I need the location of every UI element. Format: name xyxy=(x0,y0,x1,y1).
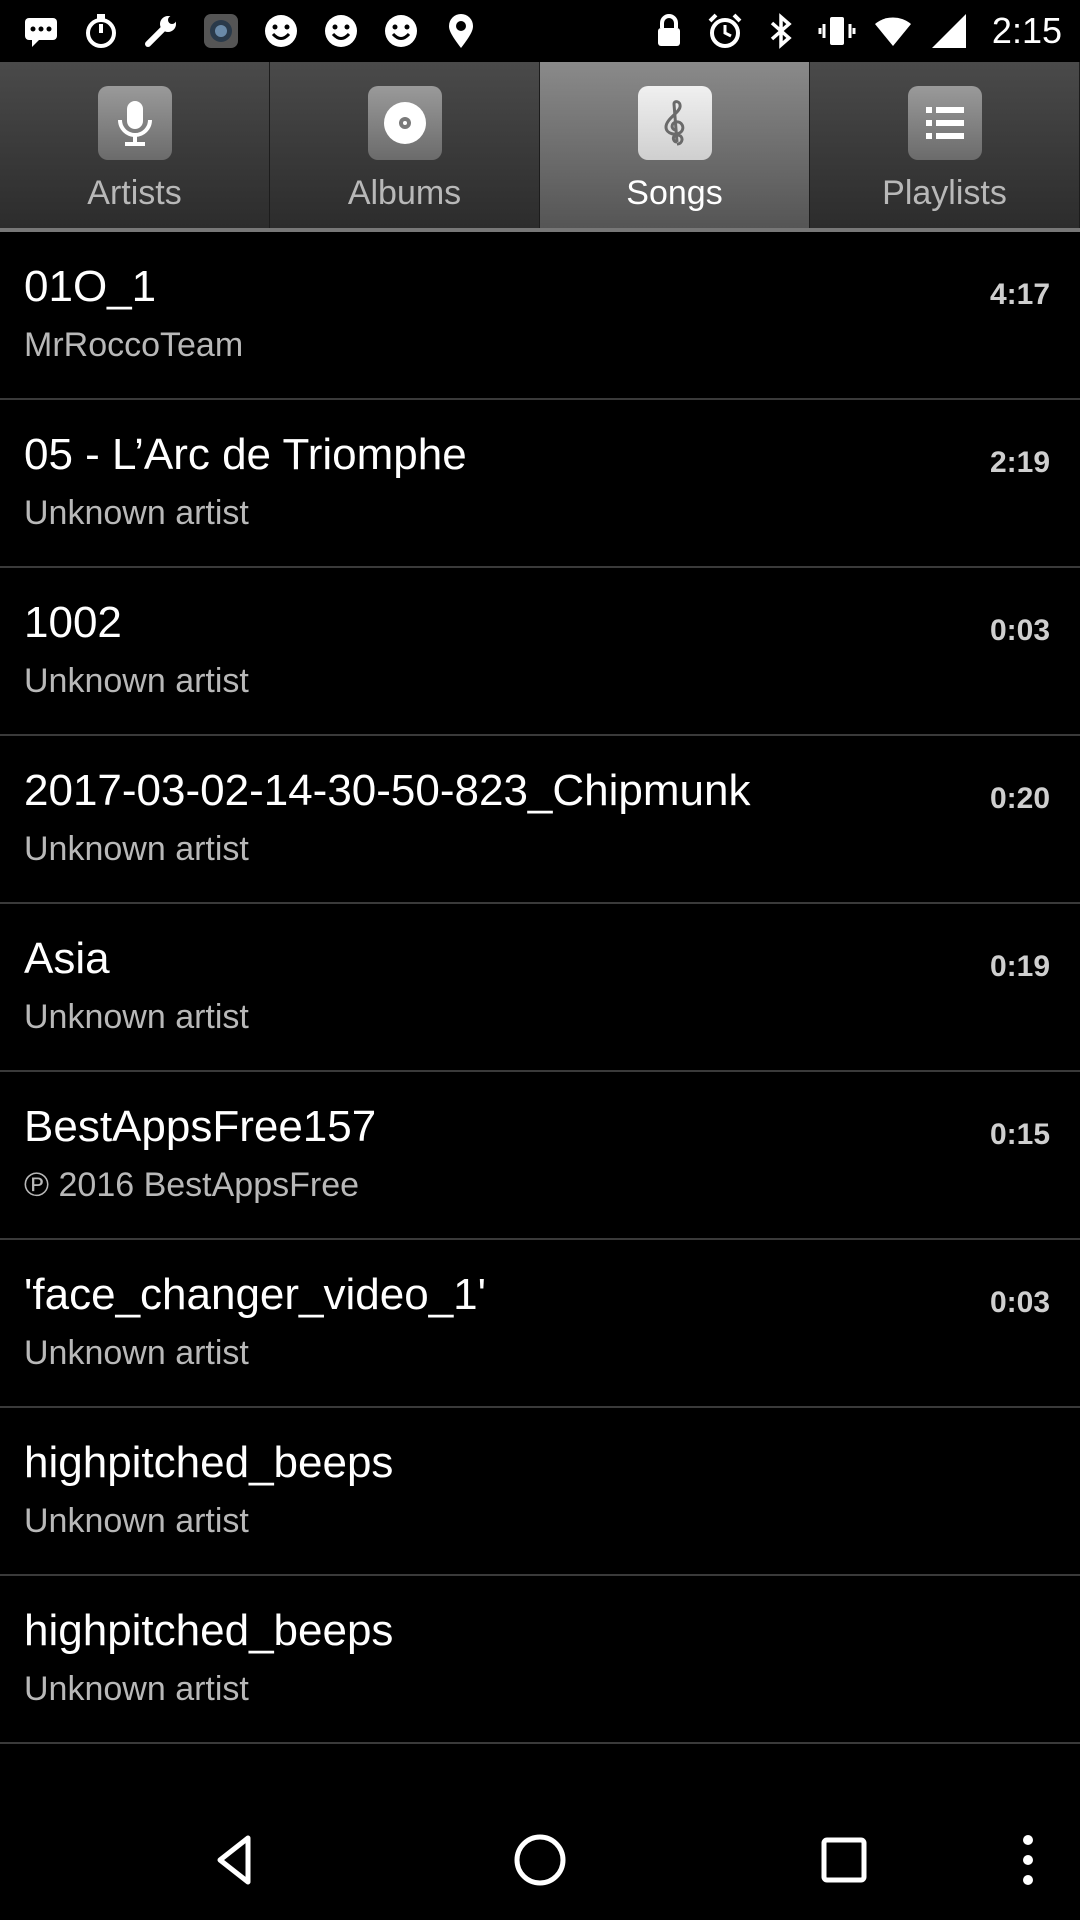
lock-icon xyxy=(650,12,688,50)
tab-songs[interactable]: Songs xyxy=(540,62,810,228)
overflow-menu-icon xyxy=(1023,1835,1033,1885)
alarm-icon xyxy=(706,12,744,50)
song-artist: Unknown artist xyxy=(24,662,249,700)
back-icon xyxy=(217,1835,251,1885)
song-title: 05 - L’Arc de Triomphe xyxy=(24,430,467,479)
disc-icon xyxy=(367,86,442,160)
song-duration: 0:20 xyxy=(989,782,1050,815)
song-item[interactable]: Asia Unknown artist 0:19 xyxy=(0,904,1080,1072)
song-title: BestAppsFree157 xyxy=(24,1102,377,1151)
song-item[interactable]: 1002 Unknown artist 0:03 xyxy=(0,568,1080,736)
tab-label: Playlists xyxy=(882,174,1007,212)
song-artist: Unknown artist xyxy=(24,494,249,532)
song-list: 01O_1 MrRoccoTeam 4:17 05 - L’Arc de Tri… xyxy=(0,232,1080,1744)
status-notification-icons xyxy=(0,0,480,62)
song-title: 2017-03-02-14-30-50-823_Chipmunk xyxy=(24,766,751,815)
tab-artists[interactable]: Artists xyxy=(0,62,270,228)
song-artist: Unknown artist xyxy=(24,830,249,868)
treble-clef-icon xyxy=(637,86,712,160)
bluetooth-icon xyxy=(762,12,800,50)
status-system-icons: 2:15 xyxy=(650,0,1080,62)
song-duration: 0:19 xyxy=(989,950,1050,983)
song-duration: 0:03 xyxy=(989,614,1050,647)
tab-label: Songs xyxy=(626,174,723,212)
overflow-menu-button[interactable] xyxy=(998,1830,1058,1890)
back-button[interactable] xyxy=(206,1830,266,1890)
song-artist: Unknown artist xyxy=(24,1334,249,1372)
navigation-bar xyxy=(0,1798,1080,1920)
recents-button[interactable] xyxy=(814,1830,874,1890)
microphone-icon xyxy=(97,86,172,160)
song-item[interactable]: 01O_1 MrRoccoTeam 4:17 xyxy=(0,232,1080,400)
fake-gps-icon xyxy=(442,12,480,50)
tab-playlists[interactable]: Playlists xyxy=(810,62,1080,228)
song-item[interactable]: BestAppsFree157 ℗ 2016 BestAppsFree 0:15 xyxy=(0,1072,1080,1240)
app-icon xyxy=(202,12,240,50)
tab-albums[interactable]: Albums xyxy=(270,62,540,228)
list-icon xyxy=(907,86,982,160)
wrench-icon xyxy=(142,12,180,50)
tab-label: Albums xyxy=(347,174,462,212)
smiley-icon xyxy=(382,12,420,50)
song-title: highpitched_beeps xyxy=(24,1438,394,1487)
song-duration: 2:19 xyxy=(989,446,1050,479)
song-item[interactable]: 05 - L’Arc de Triomphe Unknown artist 2:… xyxy=(0,400,1080,568)
song-item[interactable]: 2017-03-02-14-30-50-823_Chipmunk Unknown… xyxy=(0,736,1080,904)
song-artist: ℗ 2016 BestAppsFree xyxy=(24,1166,360,1204)
song-item[interactable]: 'face_changer_video_1' Unknown artist 0:… xyxy=(0,1240,1080,1408)
message-icon xyxy=(22,12,60,50)
song-artist: Unknown artist xyxy=(24,1502,249,1540)
song-duration: 0:03 xyxy=(989,1286,1050,1319)
smiley-icon xyxy=(322,12,360,50)
song-item[interactable]: highpitched_beeps Unknown artist xyxy=(0,1408,1080,1576)
song-duration: 0:15 xyxy=(989,1118,1050,1151)
song-artist: Unknown artist xyxy=(24,998,249,1036)
timer-icon xyxy=(82,12,120,50)
wifi-icon xyxy=(874,12,912,50)
vibrate-icon xyxy=(818,12,856,50)
song-title: 1002 xyxy=(24,598,122,647)
status-bar: 2:15 xyxy=(0,0,1080,62)
song-duration: 4:17 xyxy=(989,278,1050,311)
song-title: 'face_changer_video_1' xyxy=(24,1270,487,1319)
smiley-icon xyxy=(262,12,300,50)
home-button[interactable] xyxy=(510,1830,570,1890)
song-artist: Unknown artist xyxy=(24,1670,249,1708)
home-icon xyxy=(514,1834,566,1886)
song-artist: MrRoccoTeam xyxy=(24,326,244,364)
song-title: 01O_1 xyxy=(24,262,157,311)
song-title: highpitched_beeps xyxy=(24,1606,394,1655)
song-title: Asia xyxy=(24,934,110,983)
library-tab-bar: Artists Albums Songs Playlists xyxy=(0,62,1080,232)
recents-icon xyxy=(821,1837,867,1883)
status-time: 2:15 xyxy=(991,10,1062,51)
song-item[interactable]: highpitched_beeps Unknown artist xyxy=(0,1576,1080,1744)
tab-label: Artists xyxy=(87,174,182,212)
signal-icon xyxy=(930,12,968,50)
